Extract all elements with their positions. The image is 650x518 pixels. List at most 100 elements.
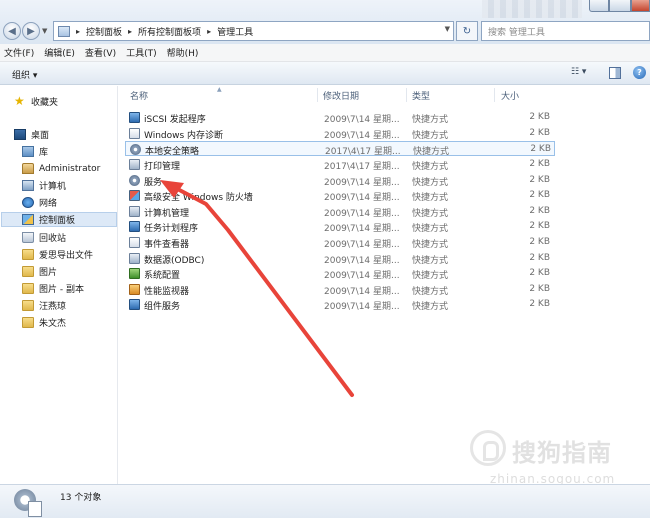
file-date: 2009\7\14 星期... — [324, 224, 400, 234]
file-row[interactable]: 高级安全 Windows 防火墙 2009\7\14 星期... 快捷方式 2 … — [125, 188, 555, 203]
file-size: 2 KB — [529, 284, 550, 294]
network-icon — [22, 197, 34, 208]
file-size: 2 KB — [529, 159, 550, 169]
breadcrumb-separator-icon[interactable]: ▸ — [76, 27, 80, 36]
column-divider[interactable] — [494, 88, 495, 102]
sidebar-item-favorites[interactable]: ★ 收藏夹 — [14, 94, 114, 109]
breadcrumb-separator-icon[interactable]: ▸ — [128, 27, 132, 36]
menu-help[interactable]: 帮助(H) — [167, 46, 199, 59]
iscsi-icon — [129, 112, 140, 123]
sidebar-item-label: 桌面 — [31, 131, 50, 141]
performance-monitor-icon — [129, 284, 140, 295]
file-row[interactable]: 数据源(ODBC) 2009\7\14 星期... 快捷方式 2 KB — [125, 251, 555, 266]
column-header-type[interactable]: 类型 — [412, 86, 430, 104]
security-policy-icon — [130, 144, 141, 155]
maximize-button[interactable] — [609, 0, 631, 12]
file-row[interactable]: 打印管理 2017\4\17 星期... 快捷方式 2 KB — [125, 157, 555, 172]
sidebar-item-folder[interactable]: 汪燕琼 — [22, 298, 116, 313]
menu-file[interactable]: 文件(F) — [4, 46, 34, 59]
library-icon — [22, 146, 34, 157]
refresh-button[interactable]: ↻ — [456, 21, 478, 41]
recent-pages-dropdown[interactable]: ▼ — [42, 27, 47, 35]
minimize-button[interactable] — [589, 0, 609, 12]
search-placeholder: 搜索 管理工具 — [488, 27, 545, 38]
sidebar-item-folder[interactable]: 图片 - 副本 — [22, 281, 116, 296]
file-row[interactable]: 服务 2009\7\14 星期... 快捷方式 2 KB — [125, 173, 555, 188]
file-date: 2017\4\17 星期... — [325, 147, 401, 157]
sidebar-item-folder[interactable]: 朱文杰 — [22, 315, 116, 330]
column-header-date[interactable]: 修改日期 — [323, 86, 359, 104]
folder-icon — [22, 300, 34, 311]
sidebar-item-label: 计算机 — [39, 182, 67, 192]
address-bar-area: ◀ ▶ ▼ ▸ 控制面板 ▸ 所有控制面板项 ▸ 管理工具 ▼ ↻ 搜索 管理工… — [0, 0, 650, 44]
file-row[interactable]: 任务计划程序 2009\7\14 星期... 快捷方式 2 KB — [125, 219, 555, 234]
sidebar-item-label: 图片 - 副本 — [39, 285, 84, 295]
menu-edit[interactable]: 编辑(E) — [44, 46, 75, 59]
sidebar-item-desktop[interactable]: 桌面 — [14, 127, 114, 142]
column-header-label: 类型 — [412, 91, 431, 102]
address-dropdown-icon[interactable]: ▼ — [445, 25, 450, 33]
breadcrumb-separator-icon[interactable]: ▸ — [207, 27, 211, 36]
column-divider[interactable] — [317, 88, 318, 102]
file-name: iSCSI 发起程序 — [144, 115, 206, 125]
sidebar-item-label: 爱思导出文件 — [39, 251, 94, 261]
menu-view[interactable]: 查看(V) — [85, 46, 116, 59]
column-header-name[interactable]: 名称 — [130, 86, 148, 104]
forward-button[interactable]: ▶ — [22, 22, 40, 40]
file-size: 2 KB — [529, 112, 550, 122]
column-header-label: 大小 — [501, 91, 520, 102]
sidebar-item-label: 收藏夹 — [31, 98, 59, 108]
control-panel-icon — [22, 214, 34, 225]
file-type: 快捷方式 — [412, 302, 449, 312]
file-row[interactable]: Windows 内存诊断 2009\7\14 星期... 快捷方式 2 KB — [125, 126, 555, 141]
file-row[interactable]: iSCSI 发起程序 2009\7\14 星期... 快捷方式 2 KB — [125, 110, 555, 125]
file-date: 2017\4\17 星期... — [324, 162, 400, 172]
file-row[interactable]: 系统配置 2009\7\14 星期... 快捷方式 2 KB — [125, 266, 555, 281]
back-button[interactable]: ◀ — [3, 22, 21, 40]
file-type: 快捷方式 — [412, 224, 449, 234]
breadcrumb-control-panel[interactable]: 控制面板 — [86, 25, 122, 38]
sidebar-item-network[interactable]: 网络 — [22, 195, 116, 210]
file-size: 2 KB — [529, 175, 550, 185]
file-name: 打印管理 — [144, 162, 181, 172]
computer-icon — [22, 180, 34, 191]
help-icon[interactable]: ? — [633, 66, 646, 79]
file-name: 服务 — [144, 178, 163, 188]
menu-tools[interactable]: 工具(T) — [126, 46, 157, 59]
change-view-icon[interactable]: ☷ ▾ — [571, 67, 595, 79]
star-icon: ★ — [14, 94, 25, 108]
sidebar-item-folder[interactable]: 爱思导出文件 — [22, 247, 116, 262]
organize-button[interactable]: 组织 ▾ — [12, 68, 37, 81]
sidebar-item-libraries[interactable]: 库 — [22, 144, 116, 159]
file-type: 快捷方式 — [412, 209, 449, 219]
search-input[interactable]: 搜索 管理工具 — [481, 21, 650, 41]
folder-icon — [22, 266, 34, 277]
sidebar-item-computer[interactable]: 计算机 — [22, 178, 116, 193]
file-type: 快捷方式 — [412, 287, 449, 297]
file-date: 2009\7\14 星期... — [324, 209, 400, 219]
file-row[interactable]: 事件查看器 2009\7\14 星期... 快捷方式 2 KB — [125, 235, 555, 250]
file-row[interactable]: 组件服务 2009\7\14 星期... 快捷方式 2 KB — [125, 297, 555, 312]
sidebar-item-label: Administrator — [39, 163, 101, 174]
close-button[interactable] — [631, 0, 650, 12]
address-box[interactable]: ▸ 控制面板 ▸ 所有控制面板项 ▸ 管理工具 ▼ — [53, 21, 454, 41]
sidebar-item-control-panel[interactable]: 控制面板 — [1, 212, 117, 227]
sidebar-item-label: 库 — [39, 148, 49, 158]
computer-management-icon — [129, 206, 140, 217]
file-date: 2009\7\14 星期... — [324, 115, 400, 125]
document-icon — [28, 501, 42, 517]
sidebar-item-folder[interactable]: 图片 — [22, 264, 116, 279]
file-row[interactable]: 本地安全策略 2017\4\17 星期... 快捷方式 2 KB — [125, 141, 555, 157]
preview-pane-icon[interactable] — [609, 67, 621, 79]
sidebar-item-administrator[interactable]: Administrator — [22, 161, 116, 176]
sidebar-item-label: 朱文杰 — [39, 319, 67, 329]
services-icon — [129, 175, 140, 186]
sidebar-item-recycle-bin[interactable]: 回收站 — [22, 230, 116, 245]
file-row[interactable]: 计算机管理 2009\7\14 星期... 快捷方式 2 KB — [125, 204, 555, 219]
sidebar-item-label: 控制面板 — [39, 216, 76, 226]
breadcrumb-all-items[interactable]: 所有控制面板项 — [138, 25, 201, 38]
column-header-size[interactable]: 大小 — [501, 86, 519, 104]
breadcrumb-admin-tools[interactable]: 管理工具 — [217, 25, 253, 38]
file-row[interactable]: 性能监视器 2009\7\14 星期... 快捷方式 2 KB — [125, 282, 555, 297]
column-divider[interactable] — [406, 88, 407, 102]
